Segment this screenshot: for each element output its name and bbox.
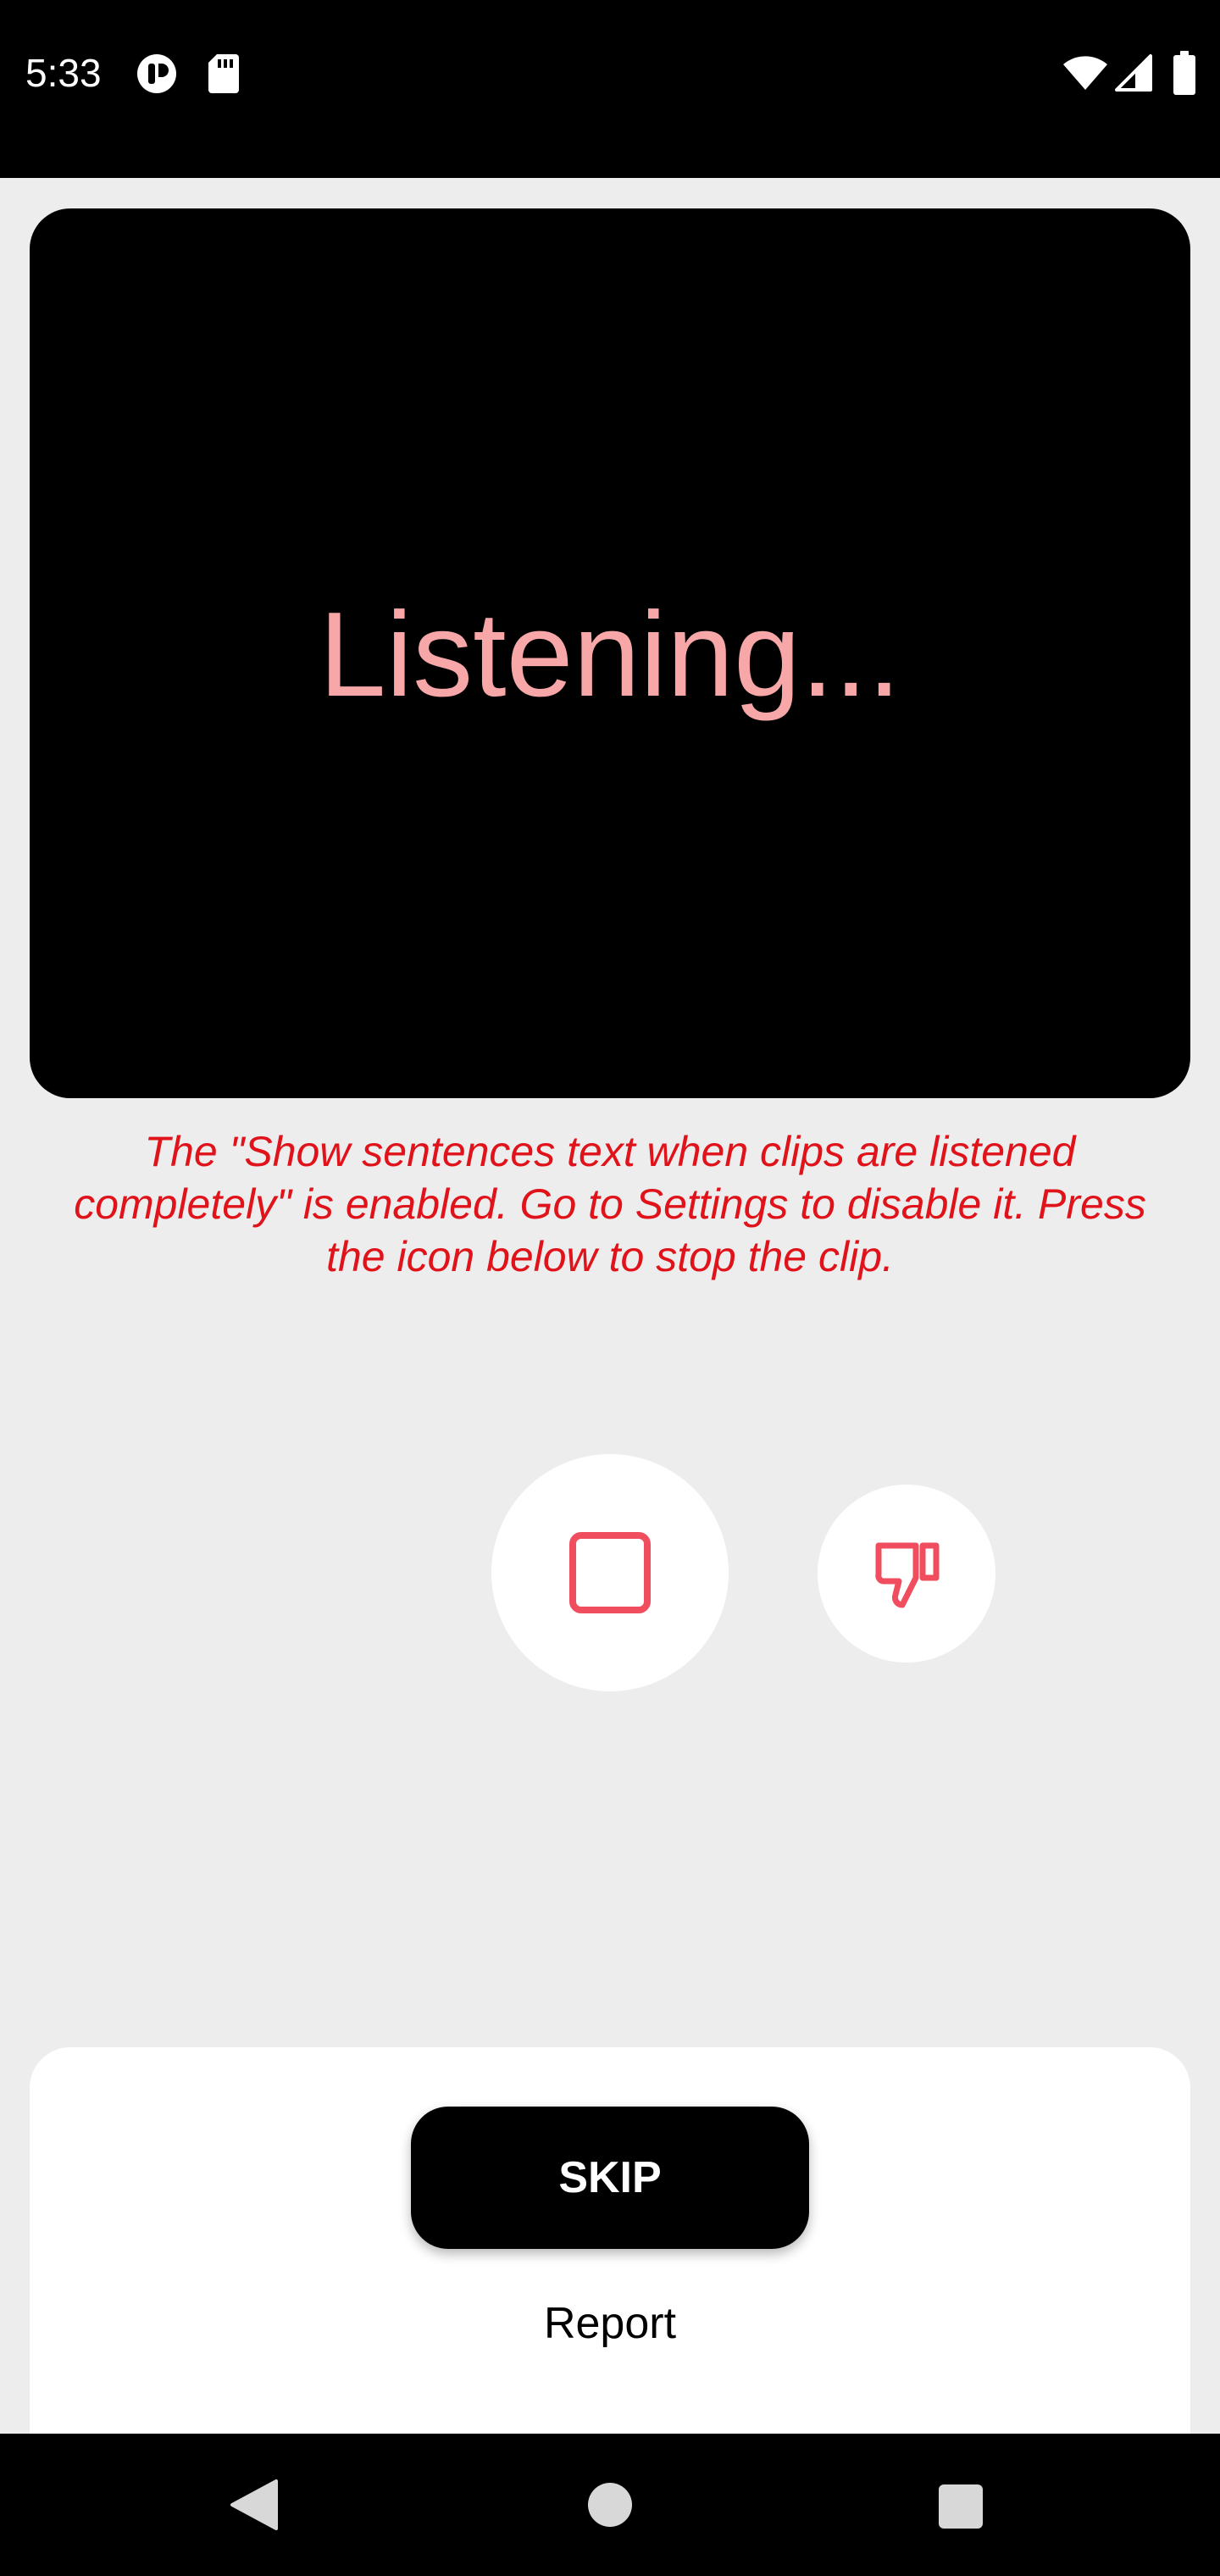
status-time: 5:33 xyxy=(25,51,102,95)
app-notification-icon xyxy=(137,54,176,93)
dislike-button[interactable] xyxy=(818,1485,995,1663)
wifi-icon xyxy=(1063,56,1107,90)
info-message: The "Show sentences text when clips are … xyxy=(74,1128,1146,1280)
bottom-sheet: SKIP Report xyxy=(30,2047,1190,2437)
skip-button[interactable]: SKIP xyxy=(411,2107,809,2249)
prompt-text: Listening... xyxy=(319,587,901,722)
cell-signal-icon xyxy=(1115,54,1152,92)
report-link[interactable]: Report xyxy=(411,2296,809,2351)
sd-card-icon xyxy=(208,54,239,93)
home-icon[interactable] xyxy=(588,2483,632,2527)
stop-icon xyxy=(569,1532,651,1613)
thumbs-down-icon xyxy=(875,1542,940,1608)
navigation-bar xyxy=(0,2434,1220,2576)
back-icon[interactable] xyxy=(229,2478,280,2532)
recents-icon[interactable] xyxy=(939,2484,983,2529)
stop-button[interactable] xyxy=(491,1454,729,1691)
status-bar: 5:33 xyxy=(0,0,1220,178)
battery-icon xyxy=(1173,51,1195,95)
